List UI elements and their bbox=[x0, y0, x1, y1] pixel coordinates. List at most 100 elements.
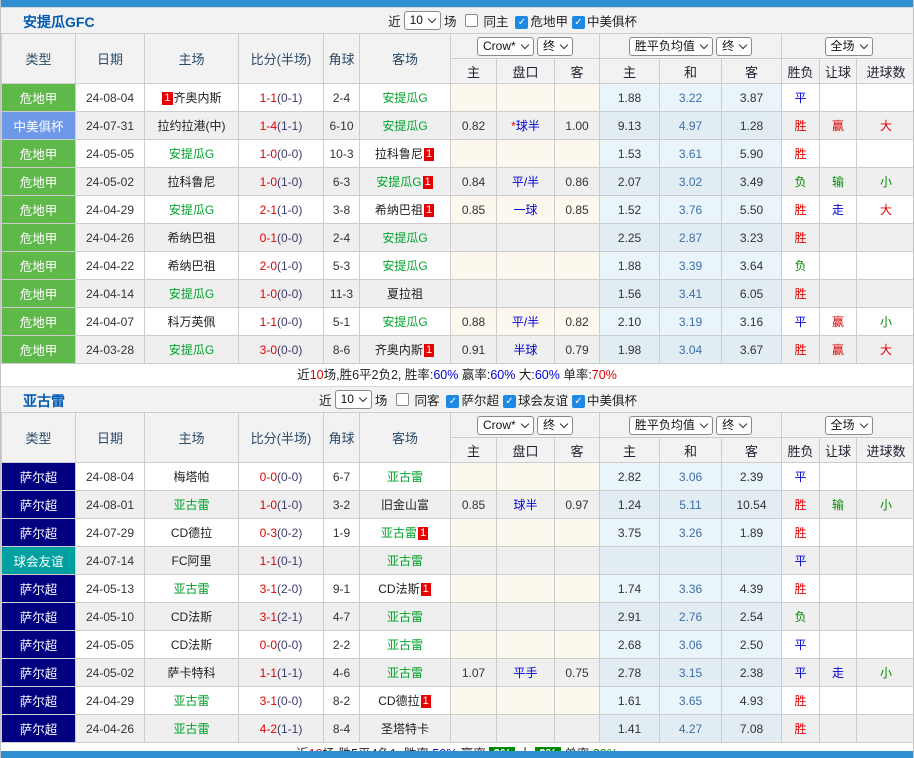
scope-group-header: 全场 bbox=[782, 34, 914, 59]
odds-company-select[interactable]: Crow* bbox=[477, 416, 534, 435]
near-count-select[interactable]: 10 bbox=[404, 11, 441, 30]
goals-result-cell: 小 bbox=[857, 659, 914, 687]
team-name[interactable]: 圣塔特卡 bbox=[381, 722, 429, 736]
team-name[interactable]: 萨卡特科 bbox=[167, 666, 215, 680]
team-name[interactable]: 安提瓜G bbox=[382, 119, 427, 133]
team-name[interactable]: 亚古雷 bbox=[381, 526, 417, 540]
home-team-cell: 亚古雷 bbox=[145, 575, 239, 603]
team-name[interactable]: 亚古雷 bbox=[387, 666, 423, 680]
team-name[interactable]: 亚古雷 bbox=[173, 582, 209, 596]
score-cell: 4-2(1-1) bbox=[239, 715, 324, 743]
team-name[interactable]: CD德拉 bbox=[171, 526, 212, 540]
near-count-select[interactable]: 10 bbox=[335, 390, 372, 409]
league-checkbox[interactable]: ✓ bbox=[572, 395, 585, 408]
full-score[interactable]: 1-0 bbox=[260, 175, 277, 189]
team-name[interactable]: 齐奥内斯 bbox=[375, 343, 423, 357]
full-score[interactable]: 3-1 bbox=[260, 694, 277, 708]
away-team-cell: 圣塔特卡 bbox=[360, 715, 451, 743]
goals-result-cell bbox=[857, 463, 914, 491]
team-name[interactable]: 安提瓜G bbox=[382, 259, 427, 273]
corner-count: 6-3 bbox=[324, 168, 360, 196]
avg-away-odds: 5.90 bbox=[722, 140, 782, 168]
team-name[interactable]: 科万英佩 bbox=[167, 315, 215, 329]
team-name[interactable]: 安提瓜G bbox=[169, 147, 214, 161]
team-name[interactable]: 亚古雷 bbox=[387, 470, 423, 484]
full-score[interactable]: 1-4 bbox=[260, 119, 277, 133]
team-name[interactable]: 梅塔帕 bbox=[173, 470, 209, 484]
full-score[interactable]: 0-0 bbox=[260, 470, 277, 484]
full-score[interactable]: 0-0 bbox=[260, 638, 277, 652]
team-name[interactable]: 亚古雷 bbox=[173, 498, 209, 512]
same-side-checkbox[interactable] bbox=[396, 393, 409, 406]
avg-away-odds: 3.67 bbox=[722, 336, 782, 364]
full-score[interactable]: 2-0 bbox=[260, 259, 277, 273]
team-name[interactable]: 安提瓜G bbox=[376, 175, 421, 189]
team-name[interactable]: 亚古雷 bbox=[173, 722, 209, 736]
avg-final-select[interactable]: 终 bbox=[716, 416, 752, 435]
full-score[interactable]: 1-1 bbox=[260, 91, 277, 105]
avg-type-select[interactable]: 胜平负均值 bbox=[629, 416, 713, 435]
avg-final-select[interactable]: 终 bbox=[716, 37, 752, 56]
team-name[interactable]: CD德拉 bbox=[378, 694, 419, 708]
full-score[interactable]: 1-1 bbox=[260, 315, 277, 329]
full-score[interactable]: 3-0 bbox=[260, 343, 277, 357]
same-side-checkbox[interactable] bbox=[465, 14, 478, 27]
team-name[interactable]: 亚古雷 bbox=[173, 694, 209, 708]
league-checkbox[interactable]: ✓ bbox=[446, 395, 459, 408]
odds-final-select[interactable]: 终 bbox=[537, 37, 573, 56]
full-score[interactable]: 1-1 bbox=[260, 666, 277, 680]
team-name[interactable]: 希纳巴祖 bbox=[167, 231, 215, 245]
league-checkbox[interactable]: ✓ bbox=[503, 395, 516, 408]
team-name[interactable]: 齐奥内斯 bbox=[174, 91, 222, 105]
full-score[interactable]: 0-3 bbox=[260, 526, 277, 540]
team-name[interactable]: 安提瓜G bbox=[169, 203, 214, 217]
handicap-line: 球半 bbox=[497, 491, 555, 519]
team-name[interactable]: 希纳巴祖 bbox=[375, 203, 423, 217]
full-score[interactable]: 1-1 bbox=[260, 554, 277, 568]
full-score[interactable]: 3-1 bbox=[260, 610, 277, 624]
odds-final-select[interactable]: 终 bbox=[537, 416, 573, 435]
team-name[interactable]: 亚古雷 bbox=[387, 610, 423, 624]
team-name[interactable]: CD法斯 bbox=[378, 582, 419, 596]
team-name[interactable]: CD法斯 bbox=[171, 638, 212, 652]
handicap-away-odds: 0.79 bbox=[555, 336, 600, 364]
team-name[interactable]: 旧金山富 bbox=[381, 498, 429, 512]
summary-segment: 10 bbox=[310, 368, 324, 382]
league-filter-label: 中美俱杯 bbox=[587, 15, 637, 29]
league-checkbox[interactable]: ✓ bbox=[572, 16, 585, 29]
half-score: (1-1) bbox=[277, 722, 302, 736]
league-checkbox[interactable]: ✓ bbox=[515, 16, 528, 29]
team-name[interactable]: 拉科鲁尼 bbox=[375, 147, 423, 161]
home-team-cell: 拉约拉港(中) bbox=[145, 112, 239, 140]
team-name[interactable]: 亚古雷 bbox=[387, 554, 423, 568]
goals-result-cell: 小 bbox=[857, 308, 914, 336]
team-name[interactable]: 安提瓜G bbox=[382, 231, 427, 245]
team-name[interactable]: 亚古雷 bbox=[387, 638, 423, 652]
team-name[interactable]: FC阿里 bbox=[172, 554, 212, 568]
full-score[interactable]: 1-0 bbox=[260, 287, 277, 301]
team-name[interactable]: 拉科鲁尼 bbox=[167, 175, 215, 189]
full-score[interactable]: 4-2 bbox=[260, 722, 277, 736]
team-name[interactable]: 安提瓜G bbox=[169, 287, 214, 301]
full-score[interactable]: 0-1 bbox=[260, 231, 277, 245]
handicap-away-odds: 0.75 bbox=[555, 659, 600, 687]
scope-select[interactable]: 全场 bbox=[825, 416, 873, 435]
avg-draw-odds: 3.04 bbox=[660, 336, 722, 364]
full-score[interactable]: 1-0 bbox=[260, 498, 277, 512]
handicap-away-odds bbox=[555, 603, 600, 631]
full-score[interactable]: 3-1 bbox=[260, 582, 277, 596]
avg-home-odds: 1.88 bbox=[600, 84, 660, 112]
full-score[interactable]: 2-1 bbox=[260, 203, 277, 217]
team-name[interactable]: 安提瓜G bbox=[169, 343, 214, 357]
team-name[interactable]: 安提瓜G bbox=[382, 91, 427, 105]
team-name[interactable]: 希纳巴祖 bbox=[167, 259, 215, 273]
scope-select[interactable]: 全场 bbox=[825, 37, 873, 56]
avg-type-select[interactable]: 胜平负均值 bbox=[629, 37, 713, 56]
team-name[interactable]: 安提瓜G bbox=[382, 315, 427, 329]
match-row: 萨尔超24-04-26亚古雷4-2(1-1)8-4圣塔特卡1.414.277.0… bbox=[2, 715, 914, 743]
odds-company-select[interactable]: Crow* bbox=[477, 37, 534, 56]
team-name[interactable]: 拉约拉港(中) bbox=[158, 119, 226, 133]
team-name[interactable]: CD法斯 bbox=[171, 610, 212, 624]
full-score[interactable]: 1-0 bbox=[260, 147, 277, 161]
team-name[interactable]: 夏拉祖 bbox=[387, 287, 423, 301]
